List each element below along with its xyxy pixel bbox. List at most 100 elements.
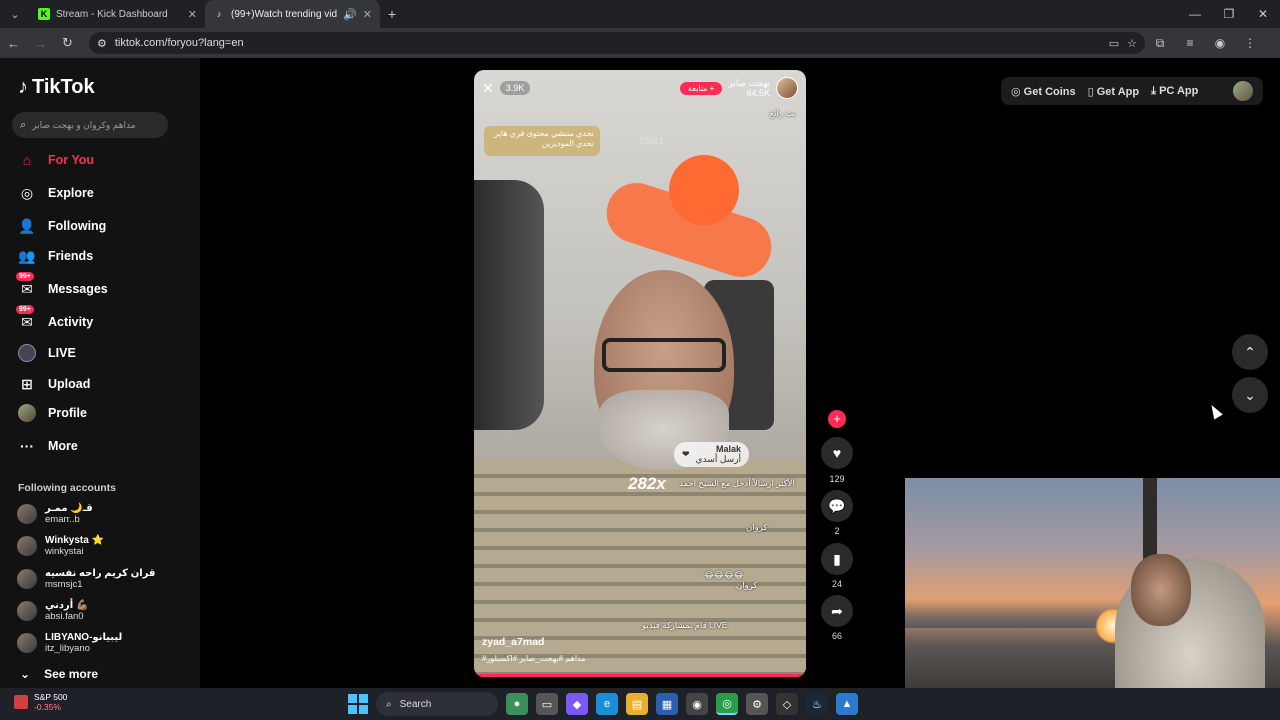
search-input[interactable]: ⌕ مداهم وكروان و بهجت صابر (12, 112, 168, 138)
challenge-sub: تحدي الموديرين (541, 139, 594, 148)
comment: قام بمشاركة فيديو LIVE (642, 620, 728, 630)
steam-icon[interactable]: ♨ (806, 693, 828, 715)
store-icon[interactable]: ▦ (656, 693, 678, 715)
compass-icon: ◎ (20, 184, 34, 201)
heart-effect-icon (669, 155, 739, 225)
close-tab-icon[interactable]: ✕ (188, 8, 197, 21)
video-hashtags[interactable]: #مداهم #بهجت_صابر #اكسبلور (482, 654, 586, 663)
back-icon[interactable]: ← (0, 36, 27, 51)
nav-live[interactable]: LIVE (18, 342, 76, 364)
tiktok-sidebar: ♪ TikTok ⌕ مداهم وكروان و بهجت صابر ⌂ Fo… (0, 58, 200, 688)
follow-button[interactable]: متابعة + (679, 81, 723, 95)
get-app-button[interactable]: ▯ Get App (1088, 85, 1140, 98)
new-tab-button[interactable]: + (380, 6, 404, 22)
avatar (17, 633, 37, 653)
nav-messages[interactable]: ✉ 99+ Messages (16, 272, 108, 300)
bookmark-star-icon[interactable]: ☆ (1127, 37, 1137, 50)
close-window-icon[interactable]: ✕ (1246, 0, 1280, 28)
file-explorer-icon[interactable]: ▤ (626, 693, 648, 715)
nav-activity[interactable]: ✉ 99+ Activity (16, 305, 94, 333)
nav-friends[interactable]: 👥 Friends (18, 245, 93, 267)
address-bar[interactable]: ⚙ tiktok.com/foryou?lang=en ▭ ☆ (89, 32, 1145, 54)
forward-icon[interactable]: → (27, 36, 54, 51)
nav-label: Messages (48, 282, 108, 296)
chrome-icon[interactable]: ◎ (716, 693, 738, 715)
nav-label: Explore (48, 186, 94, 200)
tiktok-logo[interactable]: ♪ TikTok (18, 76, 95, 99)
top-actions: ◎ Get Coins ▯ Get App ⤓ PC App (1001, 77, 1263, 105)
following-account[interactable]: قـ🌙 ممـر emarr..b (17, 503, 93, 525)
copilot-app-icon[interactable]: ◆ (566, 693, 588, 715)
video-username[interactable]: zyad_a7mad (482, 636, 544, 648)
following-account[interactable]: قران كريم راحه نفسيه msmsjc1 (17, 568, 155, 590)
windows-start-icon[interactable] (348, 694, 368, 714)
following-account[interactable]: LIBYANO-ليبيانو itz_libyano (17, 632, 122, 654)
profile-avatar-icon (18, 404, 36, 422)
next-video-button[interactable]: ⌄ (1232, 377, 1268, 413)
browser-toolbar: ← → ↻ ⚙ tiktok.com/foryou?lang=en ▭ ☆ ⧉ … (0, 28, 1280, 58)
close-tab-icon[interactable]: ✕ (363, 8, 372, 21)
user-avatar[interactable] (1233, 81, 1253, 101)
cast-icon[interactable]: ▭ (1109, 37, 1119, 50)
challenge-banner[interactable]: تحدي منتشي محتوى فري هاير تحدي الموديرين (484, 126, 600, 156)
save-count: 24 (831, 579, 842, 589)
video-progress (474, 674, 806, 677)
comment-icon: 💬 (828, 497, 846, 514)
davinci-icon[interactable]: ◉ (686, 693, 708, 715)
following-accounts-header: Following accounts (18, 482, 117, 494)
profile-icon[interactable]: ◉ (1205, 36, 1235, 50)
avatar (17, 536, 37, 556)
nav-label: Upload (48, 377, 91, 391)
stock-name: S&P 500 (34, 692, 68, 702)
tab-search-icon[interactable]: ⌄ (0, 0, 30, 28)
pc-app-button[interactable]: ⤓ PC App (1151, 85, 1198, 98)
like-count: 129 (829, 474, 845, 484)
account-name: Winkysta ⭐ (45, 535, 105, 546)
avatar (17, 601, 37, 621)
nav-for-you[interactable]: ⌂ For You (18, 149, 94, 171)
chevron-down-icon: ⌄ (20, 667, 31, 681)
tab-kick[interactable]: K Stream - Kick Dashboard ✕ (30, 0, 205, 28)
photos-icon[interactable]: ▲ (836, 693, 858, 715)
extensions-icon[interactable]: ⧉ (1145, 36, 1175, 51)
nav-upload[interactable]: ⊞ Upload (18, 373, 90, 395)
taskbar-search[interactable]: ⌕ Search (376, 692, 498, 716)
host-avatar[interactable] (776, 77, 798, 99)
site-info-icon[interactable]: ⚙ (97, 37, 107, 50)
media-icon[interactable]: ≡ (1175, 36, 1205, 50)
menu-icon[interactable]: ⋮ (1235, 36, 1265, 50)
live-video-player[interactable]: ✕ 3.9K متابعة + بهجت صابر 64.5K بث رائع … (474, 70, 806, 677)
nav-profile[interactable]: Profile (18, 402, 87, 424)
save-button[interactable]: ▮ (821, 543, 853, 575)
minimize-icon[interactable]: — (1178, 0, 1212, 28)
settings-icon[interactable]: ⚙ (746, 693, 768, 715)
task-view-icon[interactable]: ▭ (536, 693, 558, 715)
restore-icon[interactable]: ❐ (1212, 0, 1246, 28)
bookmark-icon: ▮ (833, 550, 841, 567)
see-more-button[interactable]: ⌄ See more (20, 667, 98, 681)
reload-icon[interactable]: ↻ (54, 35, 81, 51)
nav-label: Activity (48, 315, 94, 329)
nav-following[interactable]: 👤 Following (18, 215, 106, 237)
tab-tiktok[interactable]: ♪ (99+)Watch trending videos 🔊 ✕ (205, 0, 380, 28)
edge-icon[interactable]: e (596, 693, 618, 715)
close-icon[interactable]: ✕ (482, 80, 494, 97)
nav-more[interactable]: ··· More (18, 435, 78, 457)
mouse-cursor-icon (1207, 402, 1223, 420)
following-account[interactable]: Winkysta ⭐ winkystai (17, 535, 104, 557)
speaker-icon[interactable]: 🔊 (343, 8, 357, 21)
copilot-icon[interactable]: ● (506, 693, 528, 715)
share-button[interactable]: ➦ (821, 595, 853, 627)
like-button[interactable]: ♥ (821, 437, 853, 469)
nav-explore[interactable]: ◎ Explore (18, 182, 94, 204)
app-icon[interactable]: ◇ (776, 693, 798, 715)
gift-user: Malak (716, 444, 742, 454)
stock-widget[interactable]: S&P 500 -0.35% (14, 692, 67, 712)
get-coins-button[interactable]: ◎ Get Coins (1011, 85, 1076, 98)
follow-plus-button[interactable]: + (828, 410, 846, 428)
previous-video-button[interactable]: ⌃ (1232, 334, 1268, 370)
comment-button[interactable]: 💬 (821, 490, 853, 522)
taskbar-apps: ⌕ Search ● ▭ ◆ e ▤ ▦ ◉ ◎ ⚙ ◇ ♨ ▲ (348, 692, 858, 716)
following-account[interactable]: أردني 💪🏽 absi.fan0 (17, 600, 88, 622)
cables-background (474, 180, 544, 430)
